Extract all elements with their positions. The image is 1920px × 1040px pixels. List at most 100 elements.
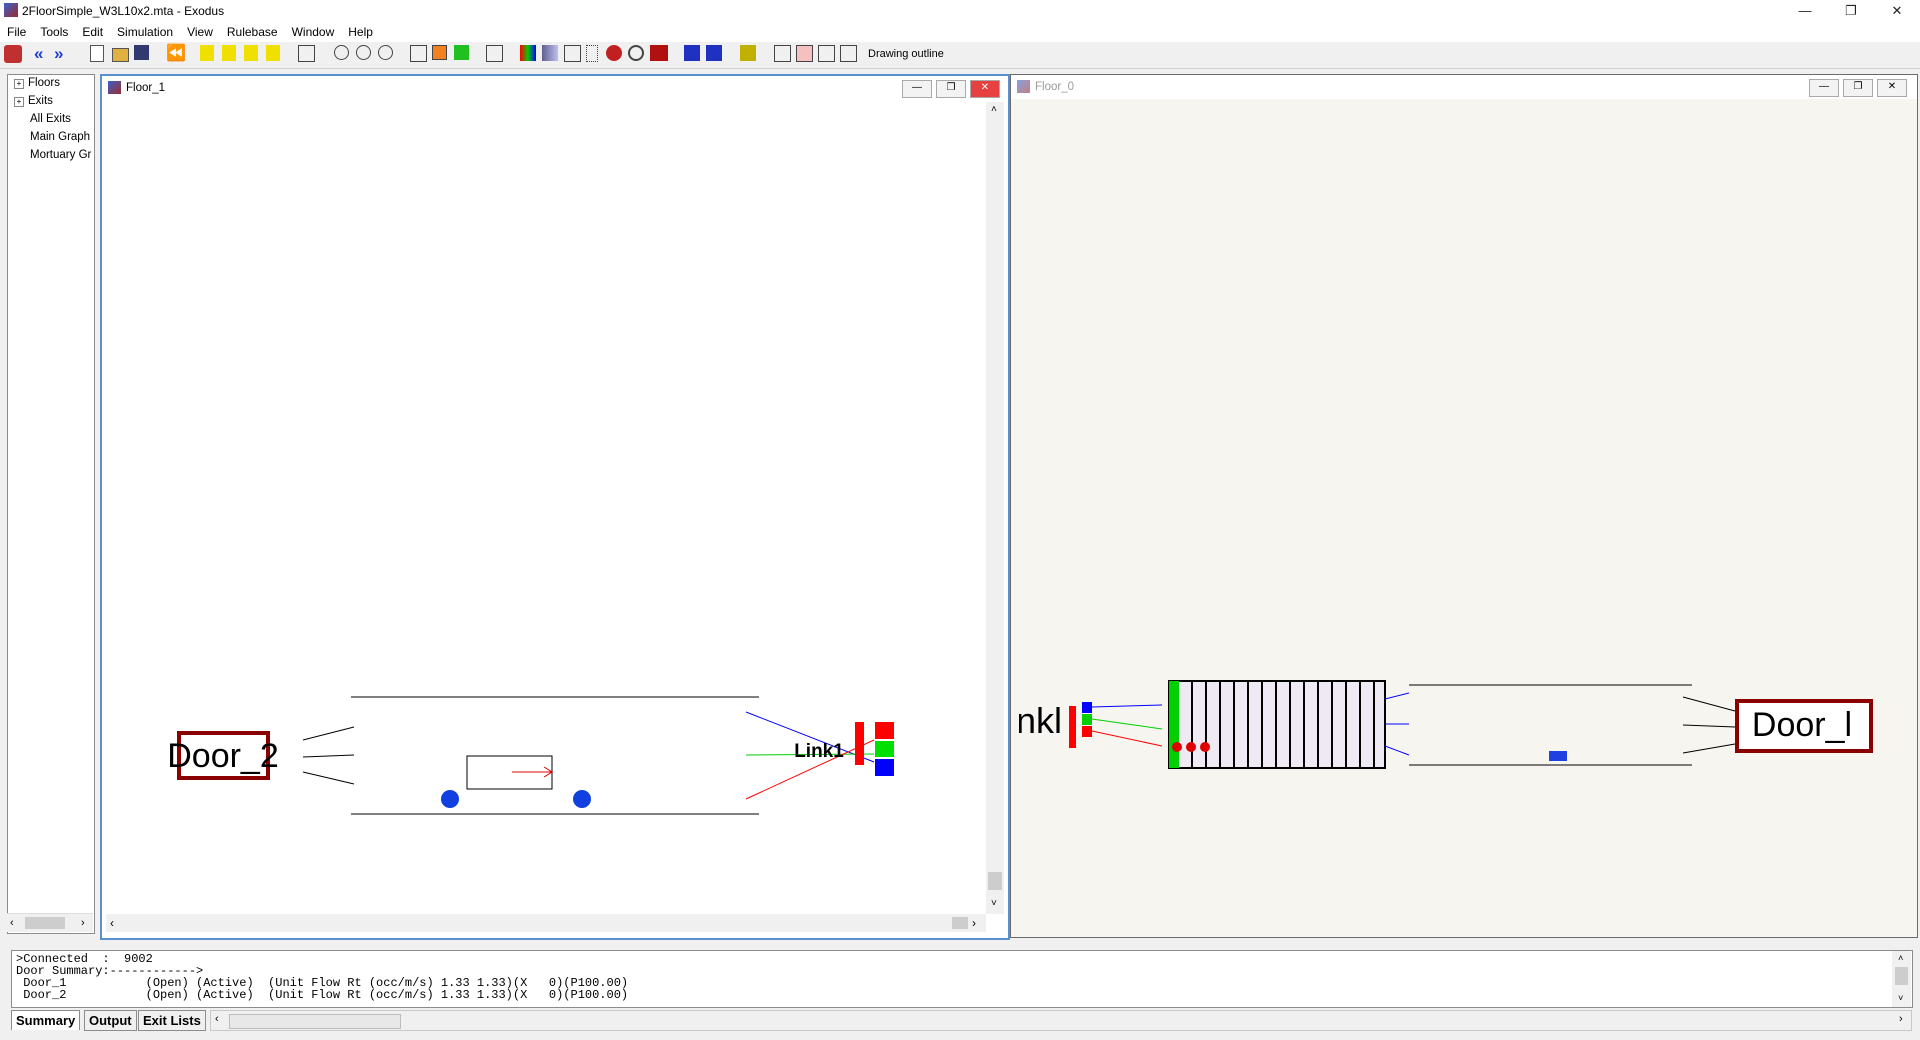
console-scroll-down-icon[interactable]: ˅ <box>1898 993 1903 1006</box>
color-map-icon[interactable] <box>520 45 536 61</box>
console-vertical-scrollbar[interactable]: ˄ ˅ <box>1892 951 1911 1007</box>
menu-tools[interactable]: Tools <box>33 22 75 39</box>
menu-window[interactable]: Window <box>285 22 342 39</box>
floor0-link-red-block <box>1082 726 1092 737</box>
stop-icon[interactable] <box>432 45 447 60</box>
hscroll-left-icon[interactable]: ‹ <box>110 916 114 930</box>
floor1-close-button[interactable]: ✕ <box>970 80 1000 98</box>
occupant-blue <box>1549 751 1567 761</box>
floor1-horizontal-scrollbar[interactable]: ‹ › <box>106 914 986 932</box>
floor1-vscroll-thumb[interactable] <box>988 872 1002 890</box>
scroll-right-icon[interactable]: › <box>81 917 85 929</box>
console-vscroll-thumb[interactable] <box>1895 967 1908 985</box>
zoom-fit-icon[interactable] <box>378 45 393 60</box>
help-query-icon[interactable] <box>774 45 791 62</box>
tree-item-mortuary[interactable]: Mortuary Gr <box>30 149 96 161</box>
console-output[interactable]: >Connected : 9002 Door Summary:---------… <box>11 950 1913 1008</box>
go-icon[interactable] <box>454 45 469 60</box>
floor1-hscroll-thumb[interactable] <box>952 917 968 929</box>
select-icon[interactable] <box>298 45 315 62</box>
co-icon[interactable] <box>650 45 668 61</box>
console-scroll-up-icon[interactable]: ˄ <box>1898 953 1903 966</box>
menu-edit[interactable]: Edit <box>75 22 110 39</box>
tree-item-floors[interactable]: Floors <box>28 77 94 89</box>
floor0-restore-button[interactable]: ❐ <box>1843 79 1873 97</box>
occupant-red-1 <box>1172 742 1182 752</box>
console-horizontal-scrollbar[interactable]: ‹ › <box>210 1010 1912 1031</box>
edit-pencil-icon[interactable] <box>740 45 756 61</box>
door2-connector-2 <box>302 754 355 758</box>
floor0-link-red-bar <box>1069 706 1076 748</box>
nodes-icon[interactable] <box>564 45 581 62</box>
play-icon[interactable] <box>200 45 214 61</box>
menu-view[interactable]: View <box>180 22 220 39</box>
scroll-left-icon[interactable]: ‹ <box>10 917 14 929</box>
tab-exit-lists[interactable]: Exit Lists <box>138 1010 206 1031</box>
link-green-block <box>875 741 894 757</box>
floor1-restore-button[interactable]: ❐ <box>936 80 966 98</box>
tab-output[interactable]: Output <box>84 1010 137 1031</box>
floor1-window: Floor_1 — ❐ ✕ Door_2 Link1 ˄ ˅ ‹ › <box>100 74 1010 940</box>
floor0-minimize-button[interactable]: — <box>1809 79 1839 97</box>
scroll-down-icon[interactable]: ˅ <box>991 898 997 909</box>
door1-connector-2 <box>1682 724 1736 728</box>
window-title: 2FloorSimple_W3L10x2.mta - Exodus <box>22 4 225 18</box>
tree-horizontal-scrollbar[interactable]: ‹ › <box>7 913 93 932</box>
help-warning-icon[interactable] <box>796 45 813 62</box>
people-icon[interactable] <box>410 45 427 62</box>
step-icon[interactable] <box>222 45 236 61</box>
forward-icon[interactable]: » <box>54 45 72 63</box>
hscroll-right-icon[interactable]: › <box>972 916 976 930</box>
hazard-icon[interactable] <box>606 45 622 61</box>
grid-icon[interactable] <box>486 45 503 62</box>
menu-rulebase[interactable]: Rulebase <box>220 22 285 39</box>
door1-connector-1 <box>1682 696 1736 712</box>
floor1-canvas[interactable]: Door_2 Link1 <box>106 102 986 914</box>
console-hscroll-thumb[interactable] <box>229 1014 401 1029</box>
menu-help[interactable]: Help <box>341 22 380 39</box>
zoom-out-icon[interactable] <box>356 45 371 60</box>
new-file-icon[interactable] <box>90 45 104 62</box>
loop-icon[interactable] <box>266 45 280 61</box>
gradient-icon[interactable] <box>542 45 558 61</box>
title-bar: 2FloorSimple_W3L10x2.mta - Exodus — ❐ ✕ <box>0 0 1920 23</box>
help-figure-icon[interactable] <box>818 45 835 62</box>
close-button[interactable]: ✕ <box>1874 0 1920 22</box>
floor1-vertical-scrollbar[interactable]: ˄ ˅ <box>986 102 1004 914</box>
pause-icon[interactable] <box>244 45 258 61</box>
stair-green-edge <box>1169 681 1179 768</box>
spiral-icon[interactable] <box>628 45 644 61</box>
console-hscroll-right-icon[interactable]: › <box>1899 1013 1903 1025</box>
occupant-red-2 <box>1186 742 1196 752</box>
floor1-minimize-button[interactable]: — <box>902 80 932 98</box>
tree-scroll-thumb[interactable] <box>25 917 65 929</box>
expand-floors-icon[interactable]: + <box>14 79 24 89</box>
restore-button[interactable]: ❐ <box>1828 0 1874 22</box>
zoom-in-icon[interactable] <box>334 45 349 60</box>
expand-exits-icon[interactable]: + <box>14 97 24 107</box>
tree-item-exits[interactable]: Exits <box>28 95 94 107</box>
help-index-icon[interactable] <box>840 45 857 62</box>
tree-item-all-exits[interactable]: All Exits <box>30 113 96 125</box>
open-folder-icon[interactable] <box>112 48 129 62</box>
console-hscroll-left-icon[interactable]: ‹ <box>215 1013 219 1025</box>
tree-item-main-graph[interactable]: Main Graph <box>30 131 96 143</box>
rewind-icon[interactable]: ⏪ <box>166 45 186 63</box>
back-icon[interactable]: « <box>34 45 52 63</box>
minimize-button[interactable]: — <box>1782 0 1828 22</box>
dots-icon[interactable] <box>586 45 598 62</box>
vr-settings-icon[interactable] <box>706 45 722 61</box>
vr-icon[interactable] <box>684 45 700 61</box>
link-blue-block <box>875 759 894 776</box>
run-figure-icon[interactable] <box>4 45 22 63</box>
stair-connector-3 <box>1384 745 1410 756</box>
tab-summary[interactable]: Summary <box>11 1010 81 1030</box>
floor0-close-button[interactable]: ✕ <box>1877 79 1907 97</box>
menu-simulation[interactable]: Simulation <box>110 22 180 39</box>
tree-panel: + Floors + Exits All Exits Main Graph Mo… <box>7 74 95 934</box>
floor0-canvas[interactable]: nkl Door_l <box>1019 101 1913 933</box>
save-icon[interactable] <box>134 45 149 60</box>
menu-file[interactable]: File <box>0 22 33 39</box>
toolbar-status-text: Drawing outline <box>868 48 944 60</box>
scroll-up-icon[interactable]: ˄ <box>991 104 997 115</box>
